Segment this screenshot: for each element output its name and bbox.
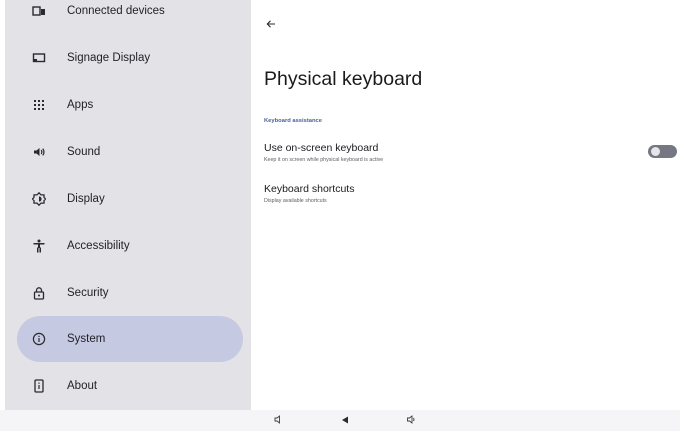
sidebar-item-label: Sound	[67, 146, 101, 158]
sidebar-item-about[interactable]: About	[17, 363, 243, 409]
sidebar-item-label: Connected devices	[67, 5, 165, 17]
tablet-info-icon	[29, 376, 49, 396]
system-navigation-bar	[0, 410, 680, 431]
sidebar-item-display[interactable]: Display	[17, 176, 243, 222]
volume-down-button[interactable]	[270, 413, 286, 429]
page-title: Physical keyboard	[264, 68, 423, 90]
settings-screen: Connected devices Signage Display Apps S…	[0, 0, 680, 431]
sidebar-item-signage-display[interactable]: Signage Display	[17, 35, 243, 81]
back-button[interactable]	[261, 15, 281, 35]
sidebar-item-label: System	[67, 333, 106, 345]
signage-display-icon	[29, 48, 49, 68]
back-nav-button[interactable]	[337, 413, 353, 429]
triangle-back-icon	[340, 412, 350, 430]
connected-devices-icon	[29, 1, 49, 21]
pref-title: Use on-screen keyboard	[264, 142, 379, 154]
section-header-keyboard-assistance: Keyboard assistance	[264, 118, 322, 124]
sidebar-item-label: Apps	[67, 99, 94, 111]
on-screen-keyboard-toggle[interactable]	[648, 145, 677, 158]
info-icon	[29, 329, 49, 349]
pref-title: Keyboard shortcuts	[264, 183, 355, 195]
sidebar-item-label: About	[67, 380, 98, 392]
sidebar-item-label: Security	[67, 287, 109, 299]
pref-keyboard-shortcuts[interactable]: Keyboard shortcuts Display available sho…	[264, 183, 680, 215]
physical-keyboard-panel: Physical keyboard Keyboard assistance Us…	[251, 0, 680, 410]
accessibility-icon	[29, 236, 49, 256]
sidebar-item-security[interactable]: Security	[17, 270, 243, 316]
volume-up-icon	[406, 412, 417, 430]
sidebar-item-apps[interactable]: Apps	[17, 82, 243, 128]
volume-down-icon	[273, 412, 284, 430]
back-arrow-icon	[266, 16, 276, 34]
sidebar-item-label: Display	[67, 193, 105, 205]
sidebar-item-connected-devices[interactable]: Connected devices	[17, 0, 243, 34]
sidebar-item-accessibility[interactable]: Accessibility	[17, 223, 243, 269]
volume-up-button[interactable]	[403, 413, 419, 429]
brightness-icon	[29, 189, 49, 209]
volume-icon	[29, 142, 49, 162]
sidebar-item-label: Accessibility	[67, 240, 130, 252]
toggle-thumb	[651, 147, 660, 156]
sidebar-item-system[interactable]: System	[17, 316, 243, 362]
pref-summary: Keep it on screen while physical keyboar…	[264, 157, 384, 163]
settings-sidebar: Connected devices Signage Display Apps S…	[5, 0, 251, 410]
lock-icon	[29, 283, 49, 303]
pref-summary: Display available shortcuts	[264, 198, 327, 204]
pref-use-on-screen-keyboard[interactable]: Use on-screen keyboard Keep it on screen…	[264, 142, 680, 174]
sidebar-item-label: Signage Display	[67, 52, 151, 64]
apps-grid-icon	[29, 95, 49, 115]
sidebar-item-sound[interactable]: Sound	[17, 129, 243, 175]
